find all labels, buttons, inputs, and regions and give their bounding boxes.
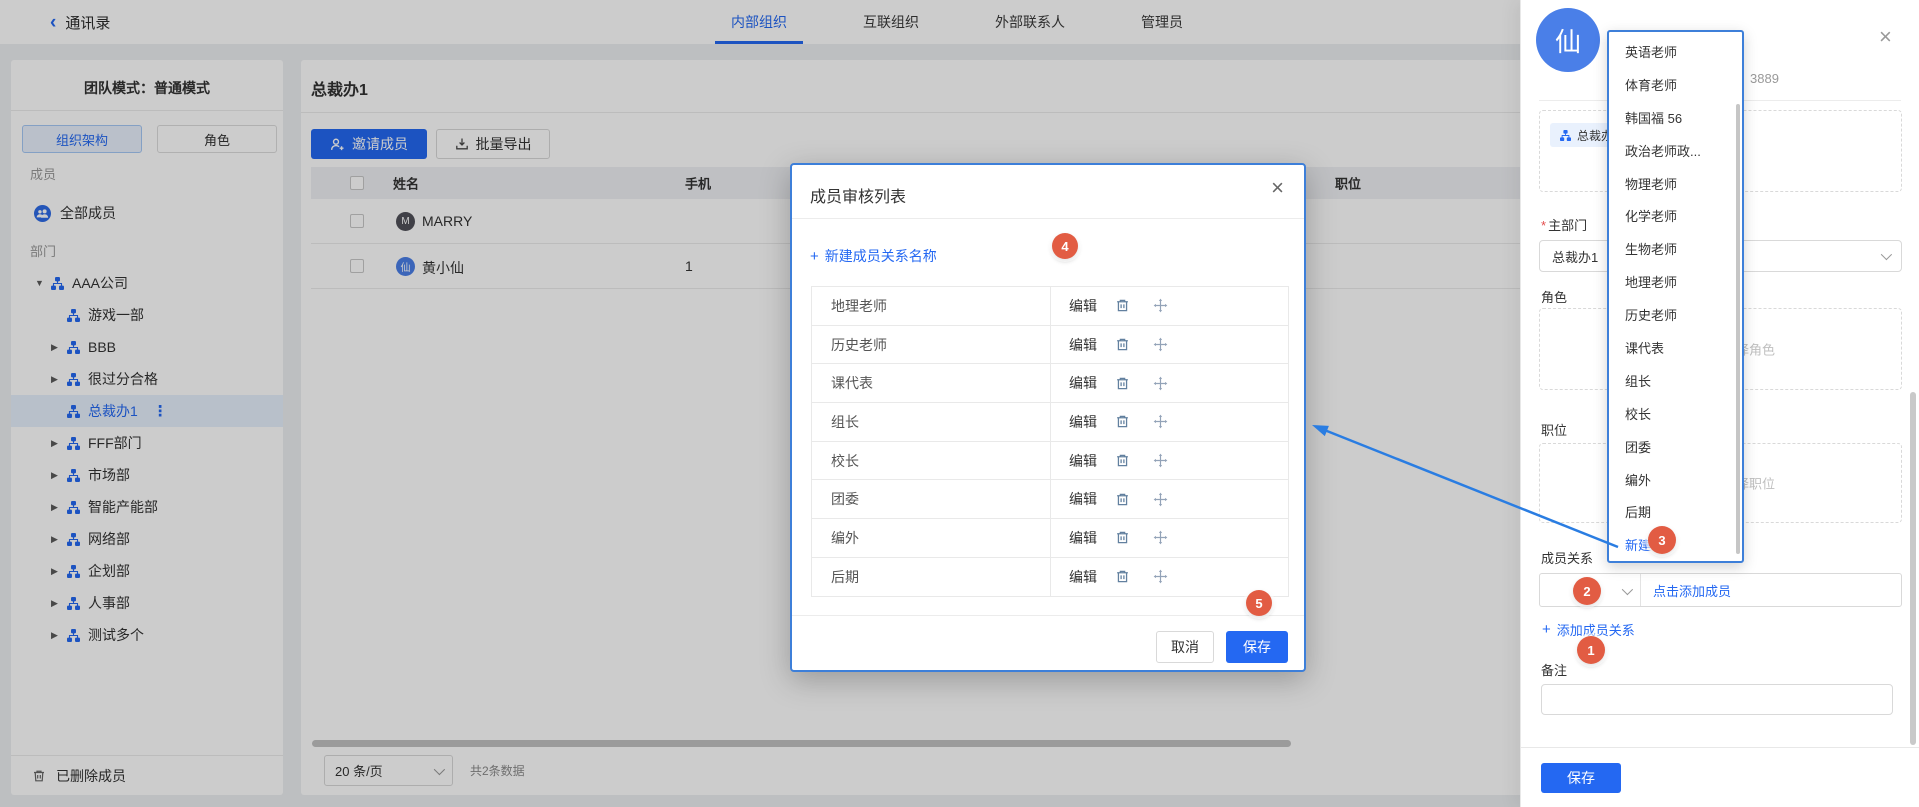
relation-name: 课代表 [812,373,873,393]
dropdown-option[interactable]: 课代表 [1609,331,1742,364]
dropdown-option[interactable]: 政治老师政... [1609,134,1742,167]
close-icon[interactable]: × [1879,26,1892,48]
avatar: 仙 [1536,8,1600,72]
close-icon[interactable]: × [1271,177,1284,199]
vertical-scrollbar[interactable] [1910,392,1916,745]
role-label: 角色 [1541,287,1567,306]
dropdown-option[interactable]: 团委 [1609,430,1742,463]
chevron-down-icon [1622,584,1633,595]
move-icon[interactable] [1153,492,1168,507]
move-icon[interactable] [1153,530,1168,545]
add-member-link[interactable]: 点击添加成员 [1653,581,1731,600]
edit-link[interactable]: 编辑 [1069,412,1097,432]
plus-icon: + [810,248,819,265]
divider [792,218,1304,219]
cancel-button[interactable]: 取消 [1156,631,1214,663]
move-icon[interactable] [1153,376,1168,391]
relation-row: 校长 编辑 [812,442,1288,481]
dropdown-scrollbar[interactable] [1736,104,1740,554]
trash-icon[interactable] [1115,298,1130,313]
dropdown-option[interactable]: 物理老师 [1609,167,1742,200]
move-icon[interactable] [1153,298,1168,313]
dropdown-option[interactable]: 体育老师 [1609,68,1742,101]
dropdown-option[interactable]: 编外 [1609,463,1742,496]
edit-link[interactable]: 编辑 [1069,335,1097,355]
dropdown-option[interactable]: 生物老师 [1609,232,1742,265]
edit-link[interactable]: 编辑 [1069,451,1097,471]
relation-row: 地理老师 编辑 [812,287,1288,326]
position-label: 职位 [1541,420,1567,439]
relation-table: 地理老师 编辑 历史老师 编辑 [811,286,1289,597]
new-relation-link[interactable]: + 新建成员关系名称 [810,246,937,266]
relation-row: 组长 编辑 [812,403,1288,442]
dropdown-option[interactable]: 地理老师 [1609,265,1742,298]
note-label: 备注 [1541,660,1567,679]
primary-dept-label: *主部门 [1541,215,1587,234]
relation-row: 编外 编辑 [812,519,1288,558]
member-relation-label: 成员关系 [1541,548,1593,567]
step-badge-3: 3 [1648,526,1676,554]
note-input[interactable] [1541,684,1893,715]
relation-name: 团委 [812,489,859,509]
trash-icon[interactable] [1115,569,1130,584]
trash-icon[interactable] [1115,530,1130,545]
chevron-down-icon [1881,249,1892,260]
move-icon[interactable] [1153,569,1168,584]
required-asterisk: * [1541,218,1546,233]
modal-save-button[interactable]: 保存 [1226,631,1288,663]
dropdown-list: 英语老师 体育老师 韩国福 56 政治老师政... 物理老师 化学老师 生物老师… [1609,35,1742,528]
relation-row: 课代表 编辑 [812,364,1288,403]
relation-name: 编外 [812,528,859,548]
edit-link[interactable]: 编辑 [1069,528,1097,548]
dropdown-option[interactable]: 韩国福 56 [1609,101,1742,134]
relation-row: 历史老师 编辑 [812,326,1288,365]
edit-link[interactable]: 编辑 [1069,489,1097,509]
step-badge-2: 2 [1573,577,1601,605]
edit-link[interactable]: 编辑 [1069,296,1097,316]
department-icon [1560,130,1571,141]
move-icon[interactable] [1153,453,1168,468]
relation-name: 后期 [812,567,859,587]
relation-dropdown: 英语老师 体育老师 韩国福 56 政治老师政... 物理老师 化学老师 生物老师… [1607,30,1744,563]
relation-name: 校长 [812,451,859,471]
relation-row: 团委 编辑 [812,480,1288,519]
divider [792,615,1304,616]
dropdown-option[interactable]: 组长 [1609,364,1742,397]
dropdown-option[interactable]: 英语老师 [1609,35,1742,68]
trash-icon[interactable] [1115,337,1130,352]
trash-icon[interactable] [1115,492,1130,507]
dropdown-option[interactable]: 化学老师 [1609,199,1742,232]
edit-link[interactable]: 编辑 [1069,373,1097,393]
divider [1521,747,1919,748]
relation-name: 组长 [812,412,859,432]
relation-row: 后期 编辑 [812,558,1288,597]
move-icon[interactable] [1153,414,1168,429]
move-icon[interactable] [1153,337,1168,352]
modal-title: 成员审核列表 [810,183,906,207]
dropdown-new-option[interactable]: 新建 [1609,528,1742,561]
trash-icon[interactable] [1115,376,1130,391]
phone-fragment: 3889 [1750,71,1779,86]
dropdown-option[interactable]: 校长 [1609,397,1742,430]
relation-name: 地理老师 [812,296,887,316]
member-review-modal: 成员审核列表 × + 新建成员关系名称 地理老师 编辑 [790,163,1306,672]
drawer-save-button[interactable]: 保存 [1541,763,1621,793]
relation-name: 历史老师 [812,335,887,355]
trash-icon[interactable] [1115,414,1130,429]
dropdown-option[interactable]: 历史老师 [1609,298,1742,331]
step-badge-5: 5 [1246,590,1272,616]
plus-icon: + [1542,621,1551,638]
step-badge-4: 4 [1052,233,1078,259]
step-badge-1: 1 [1577,636,1605,664]
trash-icon[interactable] [1115,453,1130,468]
edit-link[interactable]: 编辑 [1069,567,1097,587]
app-root: ‹ 通讯录 内部组织 互联组织 外部联系人 管理员 [0,0,1919,807]
dropdown-option[interactable]: 后期 [1609,495,1742,528]
